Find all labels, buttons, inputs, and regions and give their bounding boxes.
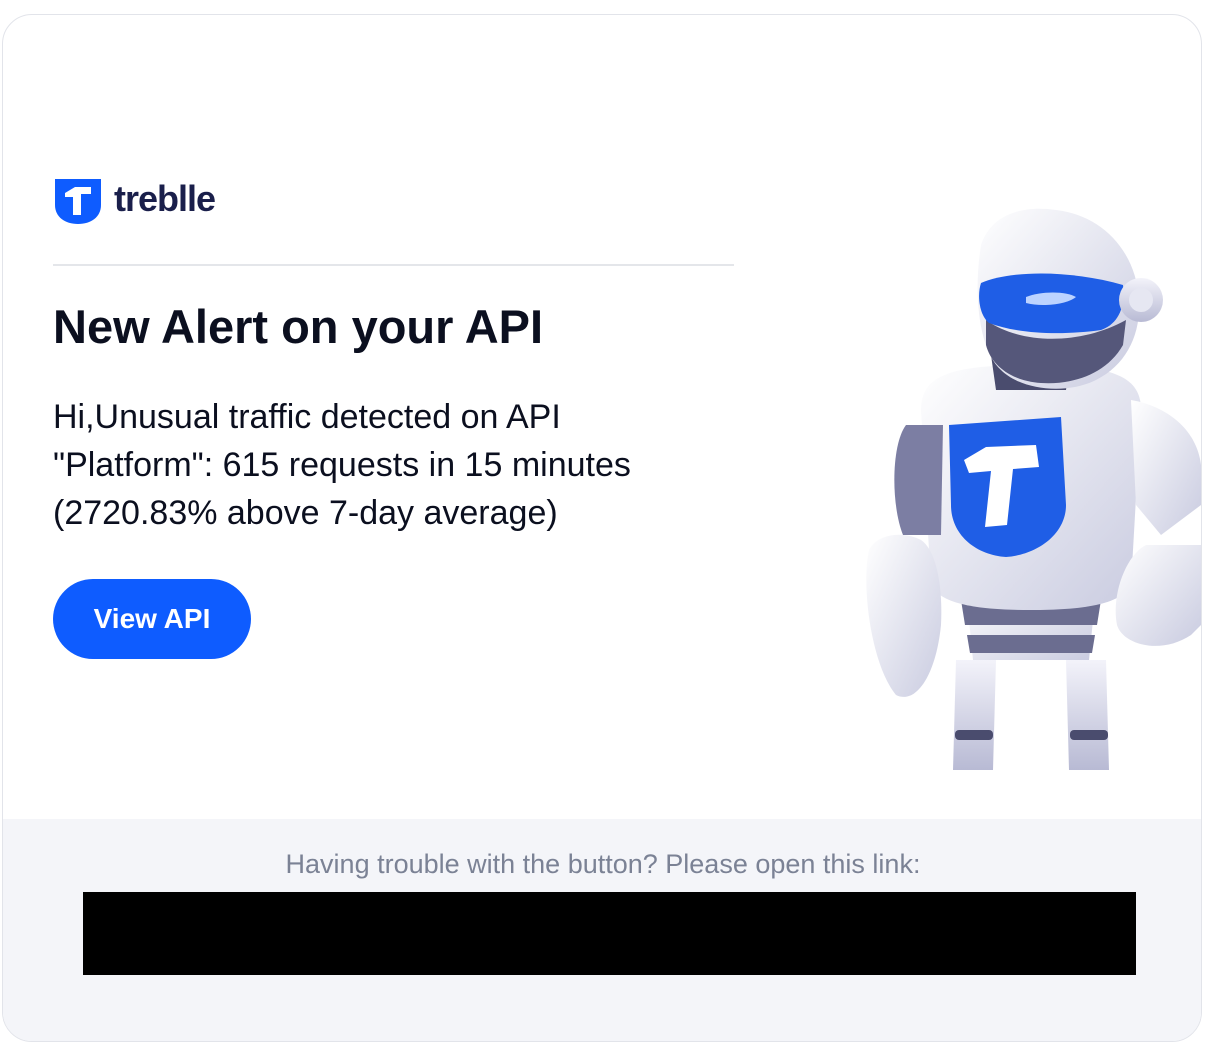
brand-logo: treblle: [53, 177, 216, 225]
email-footer: Having trouble with the button? Please o…: [3, 819, 1201, 1041]
email-card: treblle New Alert on your API Hi,Unusual…: [2, 14, 1202, 1042]
treblle-shield-icon: [55, 179, 101, 224]
alert-message: Hi,Unusual traffic detected on API "Plat…: [53, 398, 631, 532]
header-divider: [53, 264, 734, 266]
redacted-link[interactable]: [83, 892, 1136, 975]
robot-mascot-illustration: [866, 208, 1201, 770]
brand-name: treblle: [114, 178, 216, 219]
view-api-button[interactable]: View API: [53, 579, 251, 659]
alert-title: New Alert on your API: [53, 300, 544, 353]
help-text: Having trouble with the button? Please o…: [285, 849, 921, 879]
